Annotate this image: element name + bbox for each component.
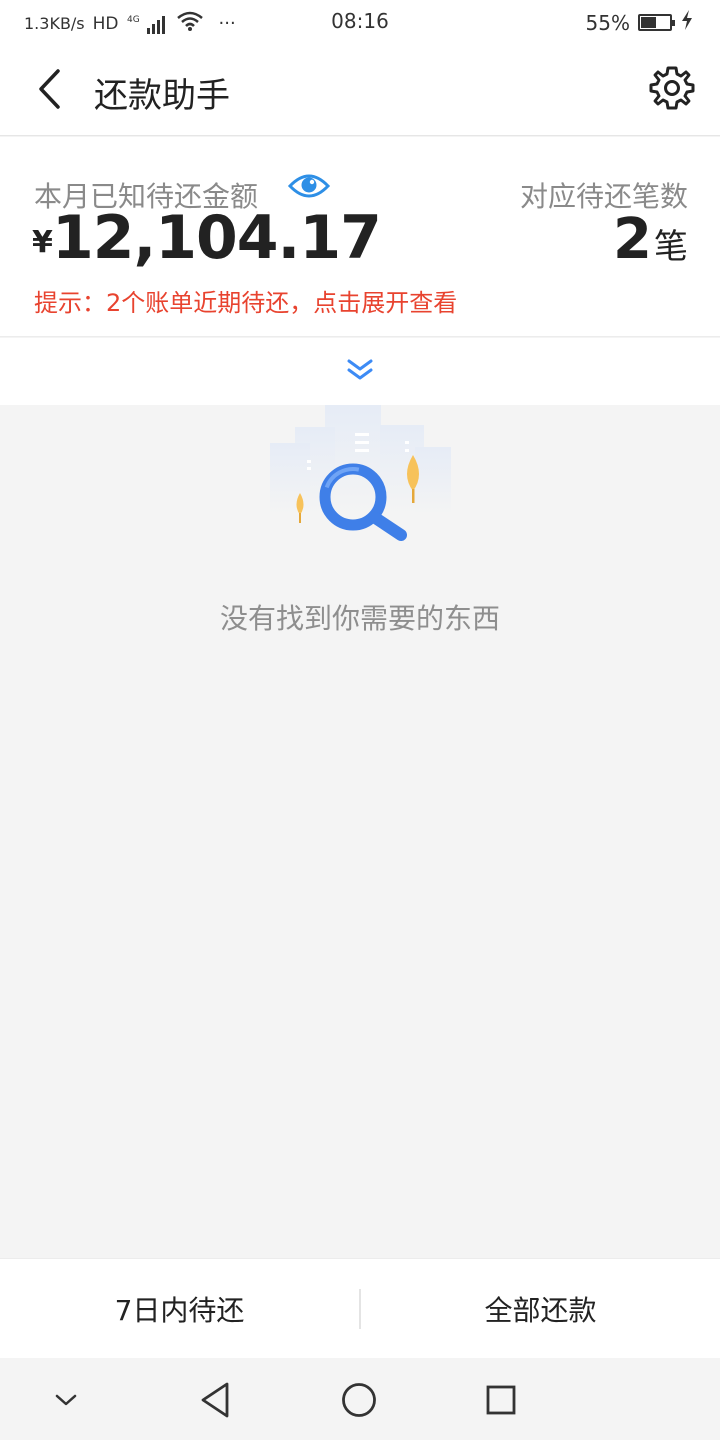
eye-icon [287,174,331,198]
back-arrow-icon [39,69,60,109]
circle-home-icon [342,1383,376,1417]
currency-symbol: ¥ [32,225,53,260]
app-header: 还款助手 [0,42,720,136]
expand-bar[interactable] [0,338,720,405]
empty-message: 没有找到你需要的东西 [219,602,500,635]
nav-back-button[interactable] [194,1378,238,1422]
settings-button[interactable] [648,64,696,112]
pending-amount: 12,104.17 [52,203,382,273]
repay-all-button[interactable]: 全部还款 [361,1259,720,1359]
pending-count: 2 [613,207,652,272]
square-recents-icon [486,1385,516,1415]
status-right: 55% [586,9,694,36]
chevron-down-icon [55,1394,77,1406]
page-title: 还款助手 [94,76,230,116]
nav-home-button[interactable] [337,1378,381,1422]
due-in-7-days-button[interactable]: 7日内待还 [0,1259,359,1359]
nav-hide-button[interactable] [44,1378,88,1422]
nav-recents-button[interactable] [479,1378,523,1422]
repayment-summary: 本月已知待还金额 ¥ 12,104.17 对应待还笔数 2 笔 提示：2个账单近… [0,137,720,337]
bottom-action-bar: 7日内待还 全部还款 [0,1258,720,1358]
status-bar: 1.3KB/s HD 4G ··· 08:16 55% [0,0,720,42]
battery-icon [638,14,675,31]
charging-icon [680,9,694,36]
search-illustration-icon [270,405,451,541]
gear-icon [649,66,695,110]
system-nav-bar [0,1358,720,1440]
empty-illustration [265,405,455,545]
expand-button[interactable] [343,355,377,387]
back-button[interactable] [30,66,70,112]
double-chevron-down-icon [347,359,373,380]
triangle-back-icon [201,1382,229,1418]
toggle-visibility-button[interactable] [287,172,331,200]
tip-text[interactable]: 提示：2个账单近期待还，点击展开查看 [34,283,457,318]
count-value: 2 笔 [613,207,688,272]
battery-percent: 55% [585,10,630,35]
count-unit: 笔 [654,227,688,267]
